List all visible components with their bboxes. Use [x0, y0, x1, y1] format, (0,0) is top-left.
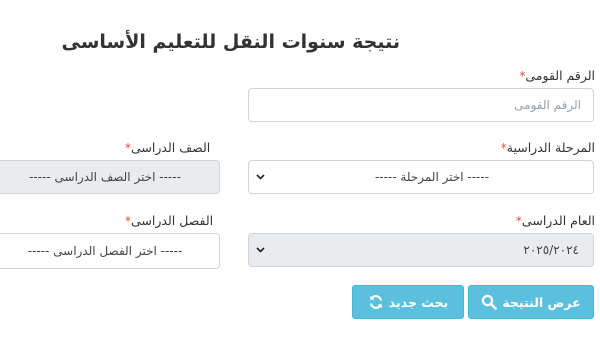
new-search-label: بحث جديد: [388, 294, 449, 310]
academic-year-label-text: العام الدراسى: [521, 213, 595, 228]
grade-label: الصف الدراسى*: [122, 140, 210, 155]
refresh-icon: [368, 294, 384, 310]
grade-selected-value: ----- اختر الصف الدراسى -----: [29, 170, 181, 184]
show-result-label: عرض النتيجة: [502, 294, 581, 310]
show-result-button[interactable]: عرض النتيجة: [468, 285, 594, 319]
term-select[interactable]: ----- اختر الفصل الدراسى -----: [0, 233, 220, 269]
term-label: الفصل الدراسى*: [122, 213, 213, 228]
term-selected-value: ----- اختر الفصل الدراسى -----: [27, 244, 183, 258]
grade-select[interactable]: ----- اختر الصف الدراسى -----: [0, 160, 220, 194]
national-id-label-text: الرقم القومى: [525, 68, 595, 83]
chevron-down-icon: [249, 245, 271, 256]
term-label-text: الفصل الدراسى: [131, 213, 214, 228]
national-id-label: الرقم القومى*: [516, 68, 595, 83]
stage-label-text: المرحلة الدراسية: [506, 140, 595, 155]
new-search-button[interactable]: بحث جديد: [352, 285, 464, 319]
national-id-field-wrapper: [248, 88, 594, 122]
academic-year-label: العام الدراسى*: [513, 213, 595, 228]
stage-select[interactable]: ----- اختر المرحلة -----: [248, 160, 594, 194]
national-id-input[interactable]: [249, 89, 593, 121]
academic-year-selected-value: ٢٠٢٥/٢٠٢٤: [523, 243, 579, 257]
grade-label-text: الصف الدراسى: [131, 140, 211, 155]
result-form-page: نتيجة سنوات النقل للتعليم الأساسى الرقم …: [0, 0, 600, 338]
chevron-down-icon: [249, 172, 271, 183]
stage-label: المرحلة الدراسية*: [498, 140, 595, 155]
page-title: نتيجة سنوات النقل للتعليم الأساسى: [61, 31, 400, 53]
academic-year-select[interactable]: ٢٠٢٥/٢٠٢٤: [248, 233, 594, 267]
search-icon: [481, 294, 498, 310]
stage-selected-value: ----- اختر المرحلة -----: [374, 170, 490, 184]
